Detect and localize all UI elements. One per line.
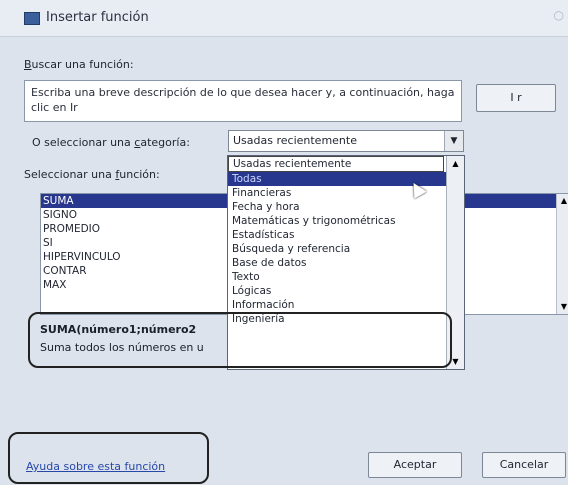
dropdown-option[interactable]: Base de datos	[228, 256, 464, 270]
scroll-up-icon[interactable]: ▲	[447, 156, 464, 171]
function-list-scrollbar[interactable]: ▲ ▼	[556, 194, 568, 314]
close-icon[interactable]: ○	[554, 8, 564, 22]
functions-label: Seleccionar una función:	[24, 168, 160, 181]
dropdown-option[interactable]: Lógicas	[228, 284, 464, 298]
annotation-highlight-box	[28, 312, 452, 368]
category-select[interactable]: Usadas recientemente ▼	[228, 130, 464, 152]
help-link[interactable]: Ayuda sobre esta función	[26, 460, 165, 473]
dropdown-option[interactable]: Todas	[228, 172, 464, 186]
dropdown-option[interactable]: Matemáticas y trigonométricas	[228, 214, 464, 228]
dropdown-option[interactable]: Información	[228, 298, 464, 312]
dropdown-option[interactable]: Búsqueda y referencia	[228, 242, 464, 256]
annotation-highlight-box	[8, 432, 209, 484]
dropdown-option[interactable]: Texto	[228, 270, 464, 284]
app-icon	[24, 12, 40, 25]
search-input[interactable]: Escriba una breve descripción de lo que …	[24, 80, 462, 122]
scroll-up-icon[interactable]: ▲	[557, 194, 568, 208]
title-bar: Insertar función ○	[0, 0, 568, 37]
cancel-button[interactable]: Cancelar	[482, 452, 566, 478]
dropdown-option[interactable]: Estadísticas	[228, 228, 464, 242]
dropdown-option[interactable]: Usadas recientemente	[228, 156, 444, 172]
scroll-down-icon[interactable]: ▼	[557, 300, 568, 314]
category-selected-value: Usadas recientemente	[233, 134, 357, 147]
ok-button[interactable]: Aceptar	[368, 452, 462, 478]
dialog-title: Insertar función	[46, 10, 149, 25]
dropdown-option[interactable]: Fecha y hora	[228, 200, 464, 214]
search-label: Buscar una función:	[24, 58, 134, 71]
go-button[interactable]: I r	[476, 84, 556, 112]
chevron-down-icon[interactable]: ▼	[444, 131, 463, 151]
dropdown-option[interactable]: Financieras	[228, 186, 464, 200]
category-label: O seleccionar una categoría:	[32, 136, 190, 149]
insert-function-dialog: Insertar función ○ Buscar una función: E…	[0, 0, 568, 485]
